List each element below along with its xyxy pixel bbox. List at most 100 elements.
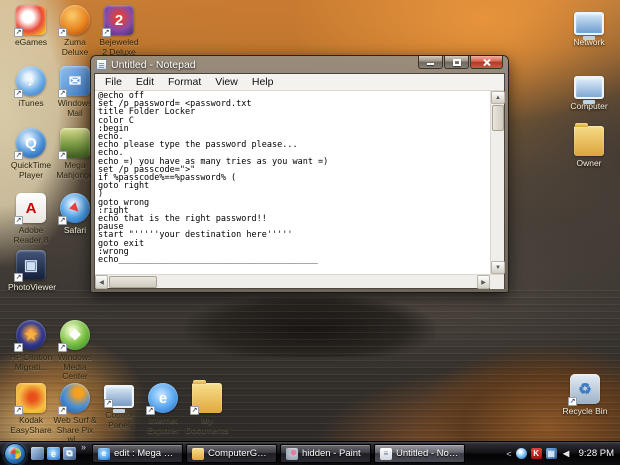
desktop-icon-computer[interactable]: Computer (566, 74, 612, 112)
desktop-icon-label: Internet Explorer (147, 415, 179, 435)
windows-media-center-icon: ❖ ↗ (58, 320, 90, 352)
shortcut-arrow-icon: ↗ (146, 406, 155, 415)
start-button[interactable] (4, 442, 26, 465)
shortcut-arrow-icon: ↗ (14, 273, 23, 282)
desktop-icon-web-surf-share-pix-wi[interactable]: ↗ Web Surf & Share Pix wi... (52, 383, 98, 445)
bejeweled-2-deluxe-icon: 2 ↗ (102, 5, 134, 37)
tray-icons: K ▦ ◀ (515, 448, 572, 459)
scroll-right-icon[interactable] (477, 275, 490, 289)
switch-windows-icon[interactable]: ⧉ (63, 447, 76, 460)
hp-dilation-migrati-icon: ★ ↗ (14, 320, 46, 352)
desktop-icon-recycle-bin[interactable]: ♻ ↗ Recycle Bin (562, 374, 608, 417)
desktop-icon-label: PhotoViewer (8, 282, 57, 292)
quick-launch-overflow-icon[interactable]: » (81, 442, 86, 452)
antivirus-icon[interactable]: K (530, 448, 542, 459)
desktop-icon-bejeweled-2-deluxe[interactable]: 2 ↗ Bejeweled 2 Deluxe (96, 5, 142, 57)
tray-clock[interactable]: 9:28 PM (579, 448, 614, 459)
notepad-client-area: File Edit Format View Help @echo off set /p … (94, 73, 505, 289)
notepad-window: Untitled - Notepad File Edit Format View Hel… (91, 56, 508, 292)
menu-format[interactable]: Format (161, 76, 208, 88)
shortcut-arrow-icon: ↗ (14, 343, 23, 352)
internet-explorer-icon: e (98, 447, 111, 460)
taskbar-button-edit-mega-folder-l[interactable]: eedit : Mega Folder L... (92, 444, 184, 463)
desktop-icon-network[interactable]: Network (566, 10, 612, 48)
taskbar-button-label: hidden - Paint (302, 448, 361, 459)
menu-view[interactable]: View (208, 76, 245, 88)
desktop-icon-kodak-easyshare[interactable]: ↗ Kodak EasyShare (8, 383, 54, 435)
desktop-icon-label: Bejeweled 2 Deluxe (99, 37, 139, 57)
taskbar-buttons: eedit : Mega Folder L... ComputerGadgets h… (92, 444, 503, 463)
photoviewer-icon: ▣ ↗ (14, 250, 46, 282)
owner-icon (574, 123, 604, 156)
messenger-icon[interactable] (515, 448, 527, 459)
vertical-scrollbar[interactable] (490, 91, 505, 274)
desktop-icon-quicktime-player[interactable]: Q ↗ QuickTime Player (8, 128, 54, 180)
volume-icon[interactable]: ◀ (561, 448, 572, 459)
my-documents-icon: ↗ (190, 380, 222, 415)
shortcut-arrow-icon: ↗ (14, 406, 23, 415)
desktop-icon-zuma-deluxe[interactable]: ↗ Zuma Deluxe (52, 5, 98, 57)
desktop-icon-label: Adobe Reader 8 (13, 225, 49, 245)
horizontal-scroll-track[interactable] (158, 275, 477, 288)
notepad-text[interactable]: @echo off set /p password= <password.txt… (95, 91, 490, 274)
desktop-icon-owner[interactable]: Owner (566, 123, 612, 169)
shortcut-arrow-icon: ↗ (104, 399, 113, 408)
shortcut-arrow-icon: ↗ (58, 216, 67, 225)
web-surf-share-pix-wi-icon: ↗ (58, 383, 90, 415)
windows-flag-icon (9, 448, 21, 459)
minimize-icon (427, 63, 434, 65)
adobe-reader-8-icon: A ↗ (14, 193, 46, 225)
tray-expand-icon[interactable]: < (506, 449, 511, 459)
folder-icon (192, 447, 205, 460)
shortcut-arrow-icon: ↗ (58, 343, 67, 352)
taskbar-button-label: ComputerGadgets (208, 448, 271, 459)
internet-explorer-icon[interactable]: e (47, 447, 60, 460)
notepad-app-icon (96, 59, 107, 70)
desktop-icon-adobe-reader-8[interactable]: A ↗ Adobe Reader 8 (8, 193, 54, 245)
desktop-icon-windows-media-center[interactable]: ❖ ↗ Windows Media Center (52, 320, 98, 382)
taskbar-button-untitled-notepad[interactable]: ≡Untitled - Notepad (374, 444, 466, 463)
desktop-icon-control-panel[interactable]: ↗ Control Panel (96, 383, 142, 430)
desktop-icon-photoviewer[interactable]: ▣ ↗ PhotoViewer (8, 250, 57, 293)
shortcut-arrow-icon: ↗ (58, 151, 67, 160)
shortcut-arrow-icon: ↗ (58, 89, 67, 98)
notepad-titlebar[interactable]: Untitled - Notepad (94, 56, 505, 73)
horizontal-scroll-thumb[interactable] (109, 276, 157, 288)
menu-edit[interactable]: Edit (129, 76, 161, 88)
taskbar-button-label: edit : Mega Folder L... (114, 448, 177, 459)
scroll-left-icon[interactable] (95, 275, 108, 289)
computer-icon (574, 76, 604, 99)
egames-icon: ↗ (14, 5, 46, 37)
desktop-icon-hp-dilation-migrati[interactable]: ★ ↗ HP Dilation Migrati... (8, 320, 54, 372)
network-status-icon[interactable]: ▦ (545, 448, 557, 459)
desktop-icon-label: Recycle Bin (562, 406, 608, 416)
show-desktop-icon[interactable] (31, 447, 44, 460)
desktop-icon-itunes[interactable]: ♪ ↗ iTunes (8, 66, 54, 109)
close-icon (482, 58, 491, 67)
recycle-bin-icon: ♻ ↗ (568, 374, 600, 406)
desktop-icon-label: Control Panel (105, 410, 133, 430)
taskbar-button-computergadgets[interactable]: ComputerGadgets (186, 444, 278, 463)
shortcut-arrow-icon: ↗ (568, 397, 577, 406)
scroll-up-icon[interactable] (491, 91, 505, 104)
notepad-icon: ≡ (380, 447, 393, 460)
close-button[interactable] (470, 56, 503, 69)
desktop-icon-label: Windows Media Center (57, 352, 93, 381)
shortcut-arrow-icon: ↗ (102, 28, 111, 37)
taskbar-button-hidden-paint[interactable]: hidden - Paint (280, 444, 372, 463)
horizontal-scrollbar[interactable] (95, 274, 504, 289)
minimize-button[interactable] (418, 56, 443, 69)
desktop-icon-label: Kodak EasyShare (10, 415, 52, 435)
desktop-icon-my-documents[interactable]: ↗ My Documents (184, 380, 230, 435)
desktop-icon-egames[interactable]: ↗ eGames (8, 5, 54, 48)
menu-help[interactable]: Help (245, 76, 281, 88)
shortcut-arrow-icon: ↗ (14, 28, 23, 37)
scroll-down-icon[interactable] (491, 261, 505, 274)
vertical-scroll-track[interactable] (491, 132, 504, 261)
vertical-scroll-thumb[interactable] (492, 105, 504, 131)
safari-icon: ▲ ↗ (58, 193, 90, 225)
windows-mail-icon: ✉ ↗ (58, 66, 90, 98)
maximize-button[interactable] (444, 56, 469, 69)
menu-file[interactable]: File (98, 76, 129, 88)
desktop-icon-internet-explorer[interactable]: e ↗ Internet Explorer (140, 383, 186, 435)
